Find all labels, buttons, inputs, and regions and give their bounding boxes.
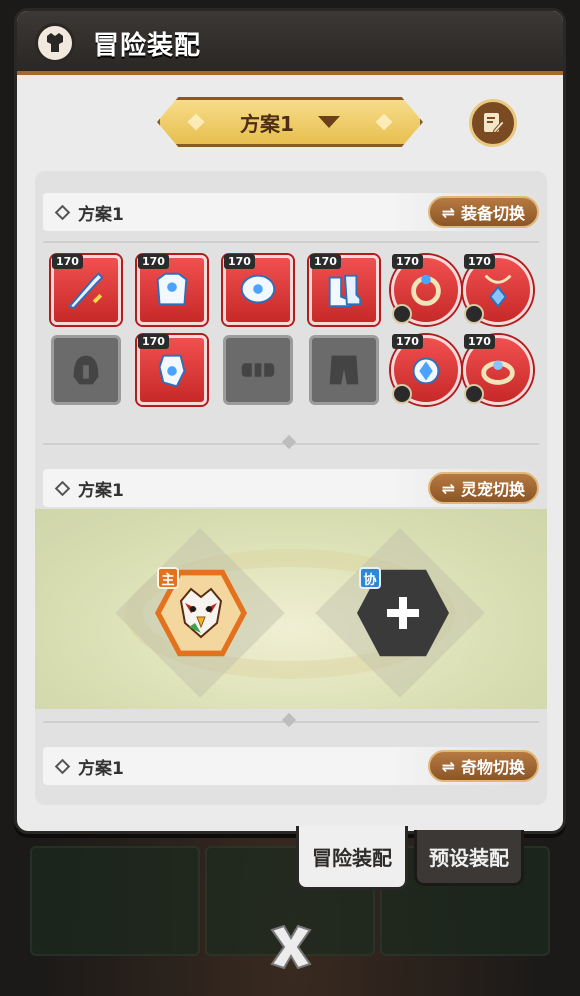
chevron-down-icon bbox=[317, 116, 340, 128]
scheme-dropdown-label: 方案1 bbox=[240, 111, 294, 136]
equipment-switch-button[interactable]: ⇌ 装备切换 bbox=[427, 196, 539, 228]
decor-diamond bbox=[375, 113, 393, 131]
ring-icon bbox=[404, 268, 448, 312]
equipment-slot-ring[interactable]: 170 bbox=[391, 254, 461, 325]
boots-icon bbox=[322, 268, 366, 312]
pet-switch-label: 灵宠切换 bbox=[460, 480, 525, 499]
main-pet-slot[interactable]: 主 bbox=[155, 567, 247, 659]
panel-title: 冒险装配 bbox=[93, 31, 202, 61]
equipment-slot-shoulder-armor[interactable]: 170 bbox=[223, 254, 293, 325]
artifact-section-bar: 方案1 ⇌ 奇物切换 bbox=[43, 747, 539, 785]
equipment-slot-pants[interactable] bbox=[309, 335, 379, 405]
close-button[interactable] bbox=[262, 918, 320, 976]
equipment-slot-amulet[interactable]: 170 bbox=[391, 334, 461, 405]
item-level-badge: 170 bbox=[138, 254, 169, 269]
decor-diamond bbox=[187, 113, 205, 131]
assist-pet-tag: 协 bbox=[359, 567, 381, 589]
diamond-icon bbox=[54, 480, 71, 496]
equipment-slot-pendant[interactable]: 170 bbox=[463, 254, 533, 325]
item-level-badge: 170 bbox=[52, 254, 83, 269]
equipment-slot-bracelet[interactable]: 170 bbox=[463, 334, 533, 405]
artifact-section-title: 方案1 bbox=[78, 758, 124, 779]
divider-mark bbox=[281, 434, 297, 450]
item-level-badge: 170 bbox=[392, 254, 423, 269]
swap-icon: ⇌ bbox=[441, 478, 455, 498]
equipment-slot-belt[interactable] bbox=[223, 335, 293, 405]
equipment-section-bar: 方案1 ⇌ 装备切换 bbox=[43, 193, 539, 231]
artifact-switch-label: 奇物切换 bbox=[460, 758, 525, 777]
item-level-badge: 170 bbox=[464, 254, 495, 269]
sword-icon bbox=[64, 268, 108, 312]
element-badge-icon bbox=[464, 304, 484, 324]
artifact-switch-button[interactable]: ⇌ 奇物切换 bbox=[427, 750, 539, 782]
item-level-badge: 170 bbox=[224, 254, 255, 269]
bracelet-icon bbox=[476, 348, 520, 392]
tab-adventure-equip[interactable]: 冒险装配 bbox=[296, 826, 408, 890]
amulet-icon bbox=[404, 348, 448, 392]
background-card bbox=[30, 846, 200, 956]
swap-icon: ⇌ bbox=[441, 756, 455, 776]
equipment-slot-gauntlet[interactable]: 170 bbox=[137, 334, 207, 405]
item-level-badge: 170 bbox=[392, 334, 423, 349]
divider-mark bbox=[281, 712, 297, 728]
pet-switch-button[interactable]: ⇌ 灵宠切换 bbox=[427, 472, 539, 504]
shoulder-armor-icon bbox=[236, 268, 280, 312]
gauntlet-icon bbox=[150, 348, 194, 392]
divider bbox=[43, 241, 539, 243]
tab-preset-equip[interactable]: 预设装配 bbox=[414, 830, 524, 886]
equipment-icon bbox=[35, 23, 75, 63]
helmet-icon bbox=[64, 348, 108, 392]
pet-section-bar: 方案1 ⇌ 灵宠切换 bbox=[43, 469, 539, 507]
equipment-slot-boots[interactable]: 170 bbox=[309, 254, 379, 325]
element-badge-icon bbox=[392, 304, 412, 324]
item-level-badge: 170 bbox=[464, 334, 495, 349]
panel-header: 冒险装配 bbox=[17, 11, 563, 75]
edit-button[interactable] bbox=[469, 99, 517, 147]
chest-armor-icon bbox=[150, 268, 194, 312]
plus-icon bbox=[387, 597, 419, 629]
pet-arena: 主 协 bbox=[35, 509, 547, 709]
scheme-content: 方案1 ⇌ 装备切换 170 170 170 170 170 170 170 170 170 方… bbox=[35, 171, 547, 805]
equipment-slot-sword[interactable]: 170 bbox=[51, 254, 121, 325]
adventure-equip-panel: 冒险装配 方案1 方案1 ⇌ 装备切换 170 170 170 170 170 170 17… bbox=[14, 8, 566, 834]
assist-pet-slot[interactable]: 协 bbox=[357, 567, 449, 659]
swap-icon: ⇌ bbox=[441, 202, 455, 222]
main-pet-tag: 主 bbox=[157, 567, 179, 589]
scheme-dropdown[interactable]: 方案1 bbox=[157, 97, 423, 147]
edit-icon bbox=[484, 113, 505, 134]
close-icon bbox=[270, 924, 312, 970]
equipment-slot-helmet[interactable] bbox=[51, 335, 121, 405]
diamond-icon bbox=[54, 204, 71, 220]
pet-section-title: 方案1 bbox=[78, 480, 124, 501]
pants-icon bbox=[322, 348, 366, 392]
equipment-slot-chest-armor[interactable]: 170 bbox=[137, 254, 207, 325]
diamond-icon bbox=[54, 758, 71, 774]
element-badge-icon bbox=[392, 384, 412, 404]
equipment-section-title: 方案1 bbox=[78, 204, 124, 225]
equipment-switch-label: 装备切换 bbox=[460, 204, 525, 223]
item-level-badge: 170 bbox=[138, 334, 169, 349]
pendant-icon bbox=[476, 268, 520, 312]
item-level-badge: 170 bbox=[310, 254, 341, 269]
element-badge-icon bbox=[464, 384, 484, 404]
belt-icon bbox=[236, 348, 280, 392]
